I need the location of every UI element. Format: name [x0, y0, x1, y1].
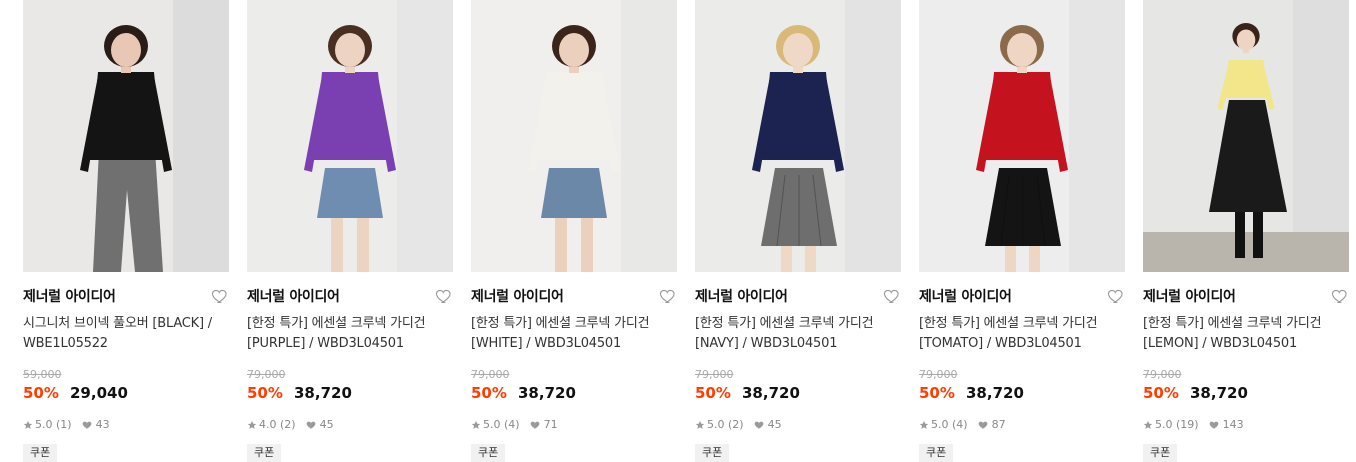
sale-price: 38,720	[518, 384, 576, 402]
product-title[interactable]: [한정 특가] 에센셜 크루넥 가디건 [WHITE] / WBD3L04501	[471, 314, 677, 354]
coupon-badge: 쿠폰	[919, 444, 954, 462]
product-image[interactable]	[919, 0, 1125, 272]
original-price: 79,000	[919, 368, 958, 381]
brand-name[interactable]: 제너럴 아이디어	[695, 289, 788, 305]
price-row: 50% 38,720	[247, 382, 453, 404]
heart-filled-icon	[1209, 420, 1219, 430]
product-card[interactable]: 제너럴 아이디어 [한정 특가] 에센셜 크루넥 가디건 [PURPLE] / …	[247, 0, 453, 462]
brand-name[interactable]: 제너럴 아이디어	[919, 289, 1012, 305]
price-row: 50% 38,720	[919, 382, 1125, 404]
brand-row: 제너럴 아이디어	[23, 286, 229, 308]
sale-price: 38,720	[742, 384, 800, 402]
brand-row: 제너럴 아이디어	[471, 286, 677, 308]
coupon-badge: 쿠폰	[1143, 444, 1178, 462]
review-meta: 5.0 (4) 87	[919, 418, 1125, 432]
brand-name[interactable]: 제너럴 아이디어	[23, 289, 116, 305]
star-icon	[919, 420, 929, 430]
review-meta: 4.0 (2) 45	[247, 418, 453, 432]
likes-count: 87	[991, 418, 1006, 431]
product-image[interactable]	[471, 0, 677, 272]
original-price: 79,000	[247, 368, 286, 381]
rating-text: 5.0 (4)	[931, 418, 968, 431]
coupon-badge: 쿠폰	[471, 444, 506, 462]
brand-row: 제너럴 아이디어	[919, 286, 1125, 308]
discount-rate: 50%	[247, 384, 283, 402]
brand-name[interactable]: 제너럴 아이디어	[247, 289, 340, 305]
discount-rate: 50%	[695, 384, 731, 402]
heart-filled-icon	[306, 420, 316, 430]
brand-row: 제너럴 아이디어	[247, 286, 453, 308]
product-card[interactable]: 제너럴 아이디어 [한정 특가] 에센셜 크루넥 가디건 [TOMATO] / …	[919, 0, 1125, 462]
original-price: 79,000	[1143, 368, 1182, 381]
likes-count: 43	[95, 418, 110, 431]
product-card[interactable]: 제너럴 아이디어 [한정 특가] 에센셜 크루넥 가디건 [WHITE] / W…	[471, 0, 677, 462]
star-icon	[695, 420, 705, 430]
coupon-badge: 쿠폰	[23, 444, 58, 462]
heart-outline-icon[interactable]	[1107, 287, 1125, 305]
review-meta: 5.0 (2) 45	[695, 418, 901, 432]
heart-filled-icon	[82, 420, 92, 430]
brand-name[interactable]: 제너럴 아이디어	[1143, 289, 1236, 305]
price-row: 50% 38,720	[471, 382, 677, 404]
review-meta: 5.0 (1) 43	[23, 418, 229, 432]
likes-count: 45	[767, 418, 782, 431]
product-image[interactable]	[1143, 0, 1349, 272]
discount-rate: 50%	[23, 384, 59, 402]
sale-price: 29,040	[70, 384, 128, 402]
discount-rate: 50%	[1143, 384, 1179, 402]
heart-outline-icon[interactable]	[883, 287, 901, 305]
product-title[interactable]: 시그니처 브이넥 풀오버 [BLACK] / WBE1L05522	[23, 314, 229, 354]
product-title[interactable]: [한정 특가] 에센셜 크루넥 가디건 [TOMATO] / WBD3L0450…	[919, 314, 1125, 354]
product-title[interactable]: [한정 특가] 에센셜 크루넥 가디건 [PURPLE] / WBD3L0450…	[247, 314, 453, 354]
product-title[interactable]: [한정 특가] 에센셜 크루넥 가디건 [LEMON] / WBD3L04501	[1143, 314, 1349, 354]
likes-count: 71	[543, 418, 558, 431]
product-image[interactable]	[247, 0, 453, 272]
product-title[interactable]: [한정 특가] 에센셜 크루넥 가디건 [NAVY] / WBD3L04501	[695, 314, 901, 354]
brand-row: 제너럴 아이디어	[1143, 286, 1349, 308]
review-meta: 5.0 (19) 143	[1143, 418, 1349, 432]
heart-filled-icon	[754, 420, 764, 430]
rating-text: 5.0 (4)	[483, 418, 520, 431]
sale-price: 38,720	[1190, 384, 1248, 402]
heart-outline-icon[interactable]	[211, 287, 229, 305]
price-row: 50% 38,720	[695, 382, 901, 404]
brand-name[interactable]: 제너럴 아이디어	[471, 289, 564, 305]
original-price: 59,000	[23, 368, 62, 381]
rating-text: 5.0 (2)	[707, 418, 744, 431]
product-card[interactable]: 제너럴 아이디어 시그니처 브이넥 풀오버 [BLACK] / WBE1L055…	[23, 0, 229, 462]
discount-rate: 50%	[919, 384, 955, 402]
rating-text: 5.0 (19)	[1155, 418, 1199, 431]
original-price: 79,000	[471, 368, 510, 381]
price-row: 50% 29,040	[23, 382, 229, 404]
heart-outline-icon[interactable]	[659, 287, 677, 305]
price-row: 50% 38,720	[1143, 382, 1349, 404]
sale-price: 38,720	[294, 384, 352, 402]
likes-count: 143	[1222, 418, 1244, 431]
rating-text: 4.0 (2)	[259, 418, 296, 431]
star-icon	[471, 420, 481, 430]
product-card[interactable]: 제너럴 아이디어 [한정 특가] 에센셜 크루넥 가디건 [LEMON] / W…	[1143, 0, 1349, 462]
product-grid: 제너럴 아이디어 시그니처 브이넥 풀오버 [BLACK] / WBE1L055…	[0, 0, 1356, 462]
coupon-badge: 쿠폰	[695, 444, 730, 462]
product-image[interactable]	[23, 0, 229, 272]
original-price: 79,000	[695, 368, 734, 381]
heart-outline-icon[interactable]	[1331, 287, 1349, 305]
product-image[interactable]	[695, 0, 901, 272]
coupon-badge: 쿠폰	[247, 444, 282, 462]
brand-row: 제너럴 아이디어	[695, 286, 901, 308]
discount-rate: 50%	[471, 384, 507, 402]
star-icon	[1143, 420, 1153, 430]
heart-outline-icon[interactable]	[435, 287, 453, 305]
rating-text: 5.0 (1)	[35, 418, 72, 431]
star-icon	[23, 420, 33, 430]
sale-price: 38,720	[966, 384, 1024, 402]
likes-count: 45	[319, 418, 334, 431]
review-meta: 5.0 (4) 71	[471, 418, 677, 432]
product-card[interactable]: 제너럴 아이디어 [한정 특가] 에센셜 크루넥 가디건 [NAVY] / WB…	[695, 0, 901, 462]
star-icon	[247, 420, 257, 430]
heart-filled-icon	[530, 420, 540, 430]
heart-filled-icon	[978, 420, 988, 430]
